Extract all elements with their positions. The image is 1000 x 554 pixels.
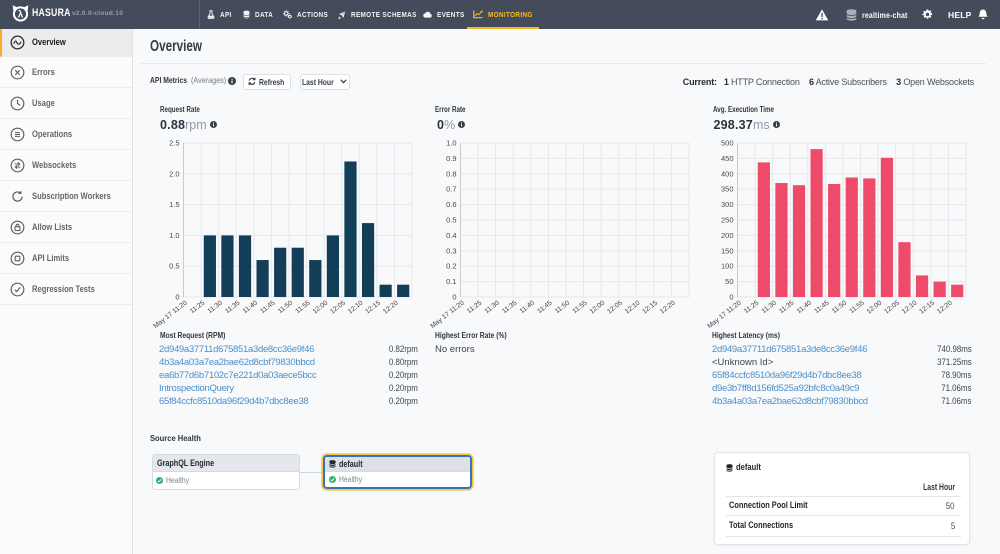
svg-text:0.5: 0.5 (169, 262, 179, 271)
svg-text:12:20: 12:20 (382, 299, 400, 315)
svg-text:0.8: 0.8 (446, 169, 456, 178)
svg-text:11:25: 11:25 (743, 299, 760, 315)
svg-text:11:30: 11:30 (207, 299, 224, 315)
svg-text:1.0: 1.0 (446, 139, 456, 148)
svg-text:1.0: 1.0 (169, 231, 179, 240)
svg-text:150: 150 (721, 246, 734, 255)
svg-text:400: 400 (721, 169, 734, 178)
svg-text:12:05: 12:05 (329, 299, 347, 315)
svg-text:0: 0 (175, 293, 179, 302)
svg-text:0.3: 0.3 (446, 246, 456, 255)
svg-text:11:50: 11:50 (277, 299, 294, 315)
svg-text:12:10: 12:10 (901, 299, 919, 315)
svg-text:11:55: 11:55 (571, 299, 588, 315)
svg-text:0.7: 0.7 (446, 185, 456, 194)
svg-text:11:45: 11:45 (813, 299, 830, 315)
svg-text:250: 250 (721, 216, 734, 225)
svg-text:12:05: 12:05 (883, 299, 901, 315)
svg-text:11:50: 11:50 (554, 299, 571, 315)
svg-text:0.6: 0.6 (446, 200, 456, 209)
svg-text:12:15: 12:15 (641, 299, 659, 315)
svg-text:12:05: 12:05 (606, 299, 624, 315)
svg-text:0.1: 0.1 (446, 277, 456, 286)
svg-text:12:20: 12:20 (659, 299, 677, 315)
svg-text:0.2: 0.2 (446, 262, 456, 271)
svg-text:11:55: 11:55 (848, 299, 865, 315)
svg-text:12:15: 12:15 (364, 299, 382, 315)
svg-text:0.9: 0.9 (446, 154, 456, 163)
svg-text:11:25: 11:25 (466, 299, 483, 315)
svg-text:11:30: 11:30 (761, 299, 778, 315)
svg-text:200: 200 (721, 231, 734, 240)
svg-text:May 17 11:20: May 17 11:20 (429, 299, 466, 330)
svg-text:May 17 11:20: May 17 11:20 (152, 299, 189, 330)
svg-text:0: 0 (452, 293, 456, 302)
svg-text:12:10: 12:10 (624, 299, 642, 315)
svg-text:λ: λ (18, 9, 24, 20)
svg-text:1.5: 1.5 (169, 200, 179, 209)
svg-text:50: 50 (725, 277, 733, 286)
svg-text:11:40: 11:40 (519, 299, 536, 315)
svg-text:0: 0 (729, 293, 733, 302)
svg-text:2.5: 2.5 (169, 139, 179, 148)
svg-text:2.0: 2.0 (169, 169, 179, 178)
svg-text:11:35: 11:35 (778, 299, 795, 315)
svg-text:0.5: 0.5 (446, 216, 456, 225)
svg-text:100: 100 (721, 262, 734, 271)
svg-text:12:00: 12:00 (589, 299, 607, 315)
svg-text:12:15: 12:15 (918, 299, 936, 315)
svg-text:11:35: 11:35 (224, 299, 241, 315)
svg-text:12:00: 12:00 (866, 299, 884, 315)
svg-text:300: 300 (721, 200, 734, 209)
svg-text:11:40: 11:40 (242, 299, 259, 315)
svg-text:12:10: 12:10 (347, 299, 365, 315)
svg-text:11:25: 11:25 (189, 299, 206, 315)
svg-text:0.4: 0.4 (446, 231, 456, 240)
svg-text:11:30: 11:30 (484, 299, 501, 315)
svg-text:12:20: 12:20 (936, 299, 954, 315)
svg-text:11:50: 11:50 (831, 299, 848, 315)
svg-text:450: 450 (721, 154, 734, 163)
svg-text:11:45: 11:45 (536, 299, 553, 315)
svg-text:May 17 11:20: May 17 11:20 (706, 299, 743, 330)
svg-text:500: 500 (721, 139, 734, 148)
svg-text:11:45: 11:45 (259, 299, 276, 315)
svg-text:11:40: 11:40 (796, 299, 813, 315)
svg-text:11:35: 11:35 (501, 299, 518, 315)
svg-text:350: 350 (721, 185, 734, 194)
svg-text:12:00: 12:00 (312, 299, 330, 315)
svg-text:11:55: 11:55 (294, 299, 311, 315)
